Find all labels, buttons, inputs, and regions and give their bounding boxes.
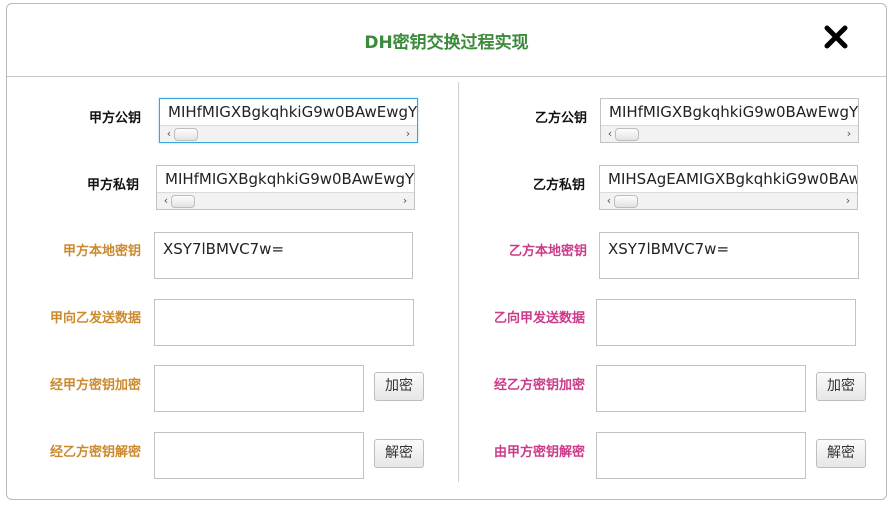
party-a-local-key-label: 甲方本地密钥 [62, 244, 141, 259]
horizontal-scrollbar[interactable]: ‹ › [157, 192, 414, 209]
party-a-decrypt-field[interactable] [154, 432, 364, 479]
scrollbar-thumb[interactable] [174, 128, 198, 141]
horizontal-scrollbar[interactable]: ‹ › [601, 125, 858, 142]
party-a-private-key-field[interactable]: MIHfMIGXBgkqhkiG9w0BAwEwgYk ‹ › [156, 165, 415, 210]
party-a-decrypt-button[interactable]: 解密 [374, 439, 424, 468]
party-a-encrypt-label: 经甲方密钥加密 [49, 378, 141, 393]
party-b-public-key-value: MIHfMIGXBgkqhkiG9w0BAwEwgYk [609, 103, 859, 121]
party-b-decrypt-button[interactable]: 解密 [816, 439, 866, 468]
party-b-encrypt-label: 经乙方密钥加密 [493, 378, 585, 393]
horizontal-scrollbar[interactable]: ‹ › [600, 192, 857, 209]
party-a-private-key-value: MIHfMIGXBgkqhkiG9w0BAwEwgYk [165, 170, 415, 188]
party-b-send-data-label: 乙向甲发送数据 [493, 311, 585, 326]
party-b-encrypt-field[interactable] [596, 365, 806, 412]
party-a-local-key-field[interactable]: XSY7lBMVC7w= [154, 232, 413, 279]
scrollbar-thumb[interactable] [615, 128, 639, 141]
scrollbar-thumb[interactable] [171, 195, 195, 208]
party-b-private-key-field[interactable]: MIHSAgEAMIGXBgkqhkiG9w0BAwE ‹ › [599, 165, 858, 210]
party-b-private-key-value: MIHSAgEAMIGXBgkqhkiG9w0BAwE [608, 170, 858, 188]
party-b-public-key-label: 乙方公钥 [534, 111, 587, 126]
scroll-right-icon[interactable]: › [842, 126, 856, 142]
party-a-public-key-label: 甲方公钥 [88, 111, 141, 126]
party-a-private-key-label: 甲方私钥 [86, 178, 139, 193]
party-b-encrypt-button[interactable]: 加密 [816, 372, 866, 401]
party-a-decrypt-label: 经乙方密钥解密 [49, 445, 141, 460]
party-a-public-key-value: MIHfMIGXBgkqhkiG9w0BAwEwgYk [168, 103, 418, 121]
party-a-send-data-field[interactable] [154, 299, 414, 346]
party-a-encrypt-field[interactable] [154, 365, 364, 412]
scroll-right-icon[interactable]: › [401, 126, 415, 142]
column-divider [458, 82, 459, 482]
party-b-public-key-field[interactable]: MIHfMIGXBgkqhkiG9w0BAwEwgYk ‹ › [600, 98, 859, 143]
horizontal-scrollbar[interactable]: ‹ › [160, 125, 417, 142]
party-b-decrypt-label: 由甲方密钥解密 [493, 445, 585, 460]
party-b-private-key-label: 乙方私钥 [532, 178, 585, 193]
dialog-title: DH密钥交换过程实现 [364, 33, 529, 53]
party-b-send-data-field[interactable] [596, 299, 856, 346]
party-b-local-key-label: 乙方本地密钥 [508, 244, 587, 259]
scroll-right-icon[interactable]: › [841, 193, 855, 209]
close-icon[interactable] [822, 23, 850, 51]
party-a-encrypt-button[interactable]: 加密 [374, 372, 424, 401]
party-a-send-data-label: 甲向乙发送数据 [49, 311, 141, 326]
dialog-title-bar: DH密钥交换过程实现 [7, 4, 886, 77]
scrollbar-thumb[interactable] [614, 195, 638, 208]
party-a-public-key-field[interactable]: MIHfMIGXBgkqhkiG9w0BAwEwgYk ‹ › [159, 98, 418, 143]
party-b-local-key-field[interactable]: XSY7lBMVC7w= [599, 232, 859, 279]
scroll-right-icon[interactable]: › [398, 193, 412, 209]
party-b-decrypt-field[interactable] [596, 432, 806, 479]
dh-dialog: DH密钥交换过程实现 甲方公钥 MIHfMIGXBgkqhkiG9w0BAwEw… [6, 3, 887, 500]
